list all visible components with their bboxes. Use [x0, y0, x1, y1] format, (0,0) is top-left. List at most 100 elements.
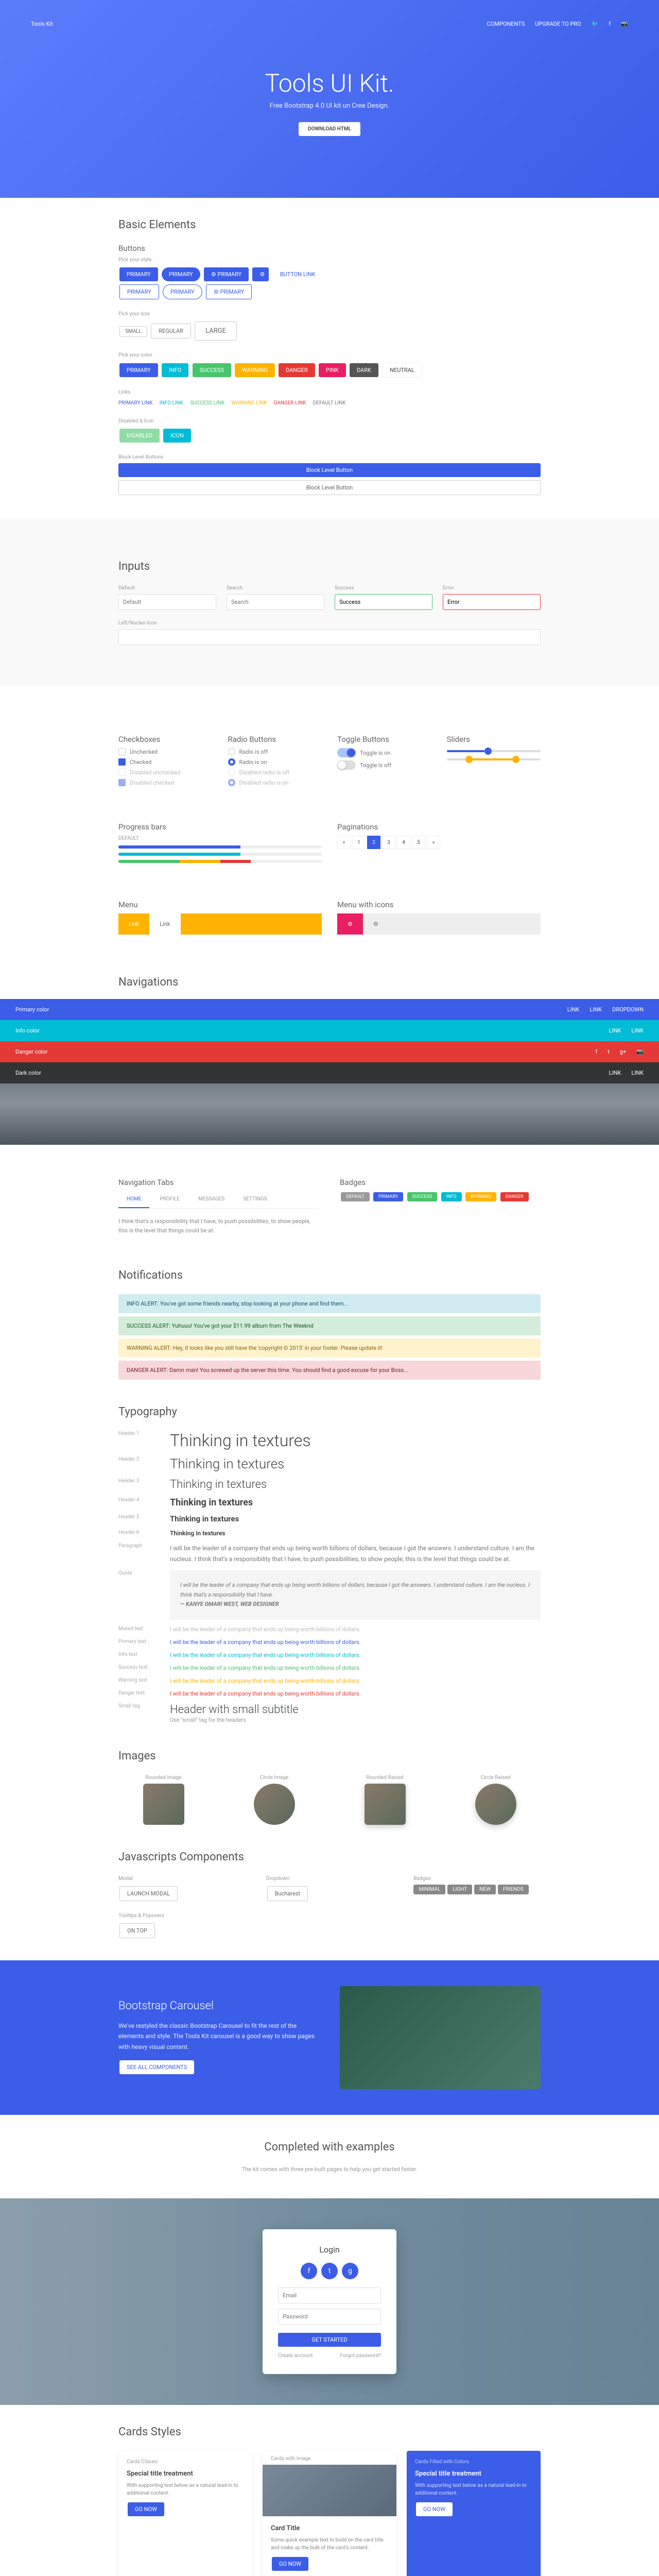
input-addon[interactable]: [118, 629, 541, 645]
password-input[interactable]: [278, 2309, 381, 2325]
fb-icon[interactable]: f: [595, 1048, 597, 1055]
btn-c-info[interactable]: INFO: [162, 363, 189, 377]
btn-c-neutral[interactable]: NEUTRAL: [382, 363, 422, 378]
link-success[interactable]: SUCCESS LINK: [190, 400, 224, 406]
launch-modal-button[interactable]: LAUNCH MODAL: [119, 1886, 178, 1901]
tab-home[interactable]: HOME: [118, 1191, 149, 1208]
btn-c-danger[interactable]: DANGER: [279, 363, 315, 377]
btn-c-warning[interactable]: WARNING: [235, 363, 275, 377]
login-tw-icon[interactable]: t: [321, 2263, 338, 2279]
radio-off[interactable]: Radio is off: [228, 748, 322, 755]
btn-link[interactable]: BUTTON LINK: [273, 267, 323, 281]
page-2[interactable]: 2: [367, 836, 380, 849]
images-title: Images: [118, 1750, 541, 1762]
ig-icon[interactable]: 📷: [636, 1048, 644, 1055]
instagram-icon[interactable]: 📷: [621, 21, 628, 27]
btn-c-pink[interactable]: PINK: [319, 363, 346, 377]
input-search[interactable]: [227, 594, 324, 610]
input-error[interactable]: [443, 594, 541, 610]
menu-title: Menu: [118, 900, 322, 909]
btn-c-dark[interactable]: DARK: [350, 363, 378, 377]
dropdown-button[interactable]: Bucharest: [267, 1886, 308, 1901]
login-fb-icon[interactable]: f: [301, 2263, 317, 2279]
nav-components[interactable]: COMPONENTS: [487, 21, 525, 27]
badge-warning: WARNING: [465, 1192, 497, 1201]
menu-item-2[interactable]: Link: [149, 913, 180, 935]
card-btn[interactable]: GO NOW: [128, 2502, 164, 2516]
tab-messages[interactable]: MESSAGES: [190, 1191, 233, 1208]
menu-bar: Link Link: [118, 913, 322, 935]
twitter-icon[interactable]: 🐦: [592, 21, 599, 27]
btn-large[interactable]: LARGE: [195, 321, 237, 341]
nav-dropdown[interactable]: DROPDOWN: [612, 1006, 644, 1013]
nav-link[interactable]: LINK: [631, 1070, 644, 1076]
card-btn[interactable]: GO NOW: [272, 2557, 308, 2571]
gp-icon[interactable]: g+: [620, 1048, 626, 1055]
link-info[interactable]: INFO LINK: [160, 400, 183, 406]
toggle-on[interactable]: Toggle is on: [337, 748, 431, 757]
tag[interactable]: LIGHT: [447, 1885, 472, 1894]
tab-profile[interactable]: PROFILE: [151, 1191, 188, 1208]
menu-item-1[interactable]: Link: [118, 913, 149, 935]
login-gp-icon[interactable]: g: [342, 2263, 358, 2279]
nav-link[interactable]: LINK: [609, 1027, 621, 1034]
link-warning[interactable]: WARNING LINK: [231, 400, 267, 406]
page-next[interactable]: »: [427, 836, 440, 849]
card-btn[interactable]: GO NOW: [416, 2502, 453, 2516]
btn-outline-icon[interactable]: ⚙ PRIMARY: [206, 284, 252, 299]
page-prev[interactable]: «: [337, 836, 351, 849]
btn-block1[interactable]: Block Level Button: [118, 463, 541, 477]
nav-link[interactable]: LINK: [631, 1027, 644, 1034]
btn-icon-only[interactable]: ⚙: [252, 267, 269, 281]
btn-c-success[interactable]: SUCCESS: [193, 363, 231, 377]
badge-info: INFO: [441, 1192, 462, 1201]
page-5[interactable]: 5: [412, 836, 425, 849]
tab-settings[interactable]: SETTINGS: [235, 1191, 275, 1208]
check-checked[interactable]: Checked: [118, 758, 213, 766]
btn-outline[interactable]: PRIMARY: [119, 284, 159, 299]
btn-primary[interactable]: PRIMARY: [119, 267, 158, 281]
link-danger[interactable]: DANGER LINK: [274, 400, 306, 406]
tooltip-button[interactable]: ON TOP: [119, 1923, 155, 1938]
email-input[interactable]: [278, 2287, 381, 2303]
btn-block2[interactable]: Block Level Button: [118, 480, 541, 495]
slider-range[interactable]: [447, 758, 541, 760]
nav-upgrade[interactable]: UPGRADE TO PRO: [535, 21, 581, 27]
btn-round[interactable]: PRIMARY: [162, 267, 200, 281]
tw-icon[interactable]: t: [608, 1048, 610, 1055]
nav-link[interactable]: LINK: [589, 1006, 602, 1013]
link-primary[interactable]: PRIMARY LINK: [118, 400, 152, 406]
slider-1[interactable]: [447, 750, 541, 752]
facebook-icon[interactable]: f: [609, 21, 611, 27]
btn-small[interactable]: SMALL: [119, 326, 147, 337]
input-default[interactable]: [118, 594, 216, 610]
create-account-link[interactable]: Create account: [278, 2353, 313, 2359]
tag[interactable]: MINIMAL: [413, 1885, 445, 1894]
input-success[interactable]: [335, 594, 432, 610]
check-unchecked[interactable]: Unchecked: [118, 748, 213, 755]
btn-c-primary[interactable]: PRIMARY: [119, 363, 158, 377]
login-button[interactable]: GET STARTED: [278, 2333, 381, 2347]
btn-icon[interactable]: ICON: [163, 429, 191, 443]
page-1[interactable]: 1: [352, 836, 366, 849]
toggle-off[interactable]: Toggle is off: [337, 760, 431, 770]
menu-icon-1[interactable]: ⚙: [337, 913, 363, 935]
alert-info: INFO ALERT: You've got some friends near…: [118, 1294, 541, 1313]
topbar-nav: COMPONENTS UPGRADE TO PRO 🐦 f 📷: [487, 21, 628, 27]
see-components-button[interactable]: SEE ALL COMPONENTS: [119, 2060, 194, 2074]
page-3[interactable]: 3: [382, 836, 395, 849]
link-default[interactable]: DEFAULT LINK: [313, 400, 346, 406]
btn-outline-round[interactable]: PRIMARY: [163, 284, 202, 299]
forgot-password-link[interactable]: Forgot password?: [340, 2353, 381, 2359]
btn-icon-text[interactable]: ⚙ PRIMARY: [204, 267, 249, 281]
radio-on[interactable]: Radio is on: [228, 758, 322, 766]
btn-regular[interactable]: REGULAR: [151, 324, 191, 338]
navigations-title: Navigations: [108, 976, 551, 989]
tag[interactable]: FRIENDS: [498, 1885, 529, 1894]
tag[interactable]: NEW: [474, 1885, 496, 1894]
nav-link[interactable]: LINK: [567, 1006, 580, 1013]
download-button[interactable]: DOWNLOAD HTML: [299, 122, 360, 136]
page-4[interactable]: 4: [397, 836, 410, 849]
menu-icon-2[interactable]: ⚙: [363, 913, 389, 935]
nav-link[interactable]: LINK: [609, 1070, 621, 1076]
